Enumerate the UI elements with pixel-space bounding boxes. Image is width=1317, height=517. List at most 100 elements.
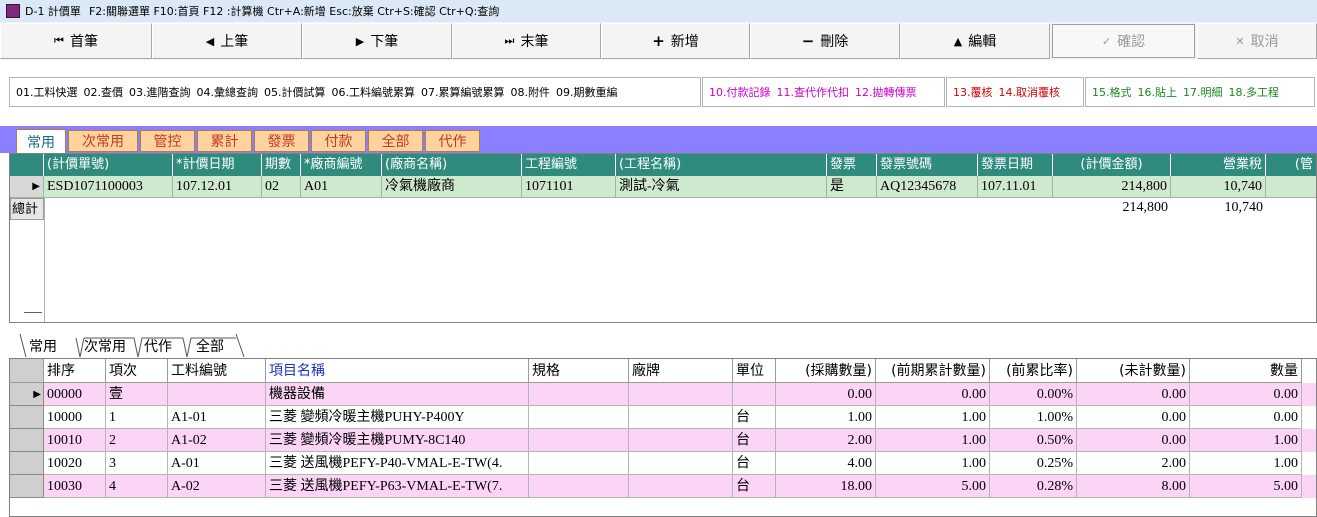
- function-item[interactable]: 17.明細: [1183, 84, 1223, 100]
- col-bill-date[interactable]: *計價日期: [173, 154, 262, 176]
- cell-bill-date[interactable]: 107.12.01: [173, 176, 262, 198]
- col-project-no[interactable]: 工程編號: [522, 154, 616, 176]
- cell-unit[interactable]: [733, 383, 776, 406]
- detail-tab-common[interactable]: 常用: [29, 334, 57, 358]
- function-item[interactable]: 01.工料快選: [16, 84, 78, 100]
- cell-sort[interactable]: 00000: [44, 383, 106, 406]
- detail-tab-proxy[interactable]: 代作: [144, 334, 172, 358]
- function-item[interactable]: 13.覆核: [953, 84, 993, 100]
- cell-item-no[interactable]: 2: [106, 429, 168, 452]
- col-material-no[interactable]: 工料編號: [168, 359, 266, 383]
- cell-brand[interactable]: [629, 383, 733, 406]
- cell-project-name[interactable]: 測試-冷氣: [616, 176, 827, 198]
- col-prev-cum-ratio[interactable]: (前累比率): [990, 359, 1077, 383]
- cell-purchase-qty[interactable]: 2.00: [776, 429, 876, 452]
- row-selector[interactable]: [10, 406, 44, 429]
- col-invoice-no[interactable]: 發票號碼: [877, 154, 978, 176]
- table-row[interactable]: ▶ ESD1071100003 107.12.01 02 A01 冷氣機廠商 1…: [10, 176, 1316, 198]
- cell-material-no[interactable]: A-02: [168, 475, 266, 498]
- cell-spec[interactable]: [529, 383, 629, 406]
- function-item[interactable]: 02.查價: [84, 84, 124, 100]
- col-sort[interactable]: 排序: [44, 359, 106, 383]
- col-project-name[interactable]: (工程名稱): [616, 154, 827, 176]
- row-selector[interactable]: [10, 452, 44, 475]
- col-item-name[interactable]: 項目名稱: [266, 359, 529, 383]
- function-item[interactable]: 06.工料編號累算: [332, 84, 416, 100]
- col-period[interactable]: 期數: [262, 154, 301, 176]
- splitter-mark[interactable]: [24, 312, 42, 313]
- row-selector[interactable]: [10, 475, 44, 498]
- col-management[interactable]: (管: [1266, 154, 1316, 176]
- cell-item-no[interactable]: 4: [106, 475, 168, 498]
- function-item[interactable]: 18.多工程: [1229, 84, 1280, 100]
- cell-item-name[interactable]: 三菱 變頻冷暖主機PUMY-8C140: [266, 429, 529, 452]
- function-item[interactable]: 07.累算編號累算: [421, 84, 505, 100]
- cell-unit[interactable]: 台: [733, 452, 776, 475]
- cell-period[interactable]: 02: [262, 176, 301, 198]
- function-item[interactable]: 16.貼上: [1138, 84, 1178, 100]
- cell-prev-cum-qty[interactable]: 5.00: [876, 475, 990, 498]
- col-vendor-name[interactable]: (廠商名稱): [382, 154, 522, 176]
- col-amount[interactable]: (計價金額): [1053, 154, 1171, 176]
- cell-unit[interactable]: 台: [733, 406, 776, 429]
- cell-prev-cum-qty[interactable]: 0.00: [876, 383, 990, 406]
- cell-prev-cum-ratio[interactable]: 1.00%: [990, 406, 1077, 429]
- cell-invoice-no[interactable]: AQ12345678: [877, 176, 978, 198]
- cell-uncounted-qty[interactable]: 0.00: [1077, 429, 1190, 452]
- row-selector[interactable]: [10, 429, 44, 452]
- tab-common[interactable]: 常用: [16, 129, 66, 153]
- cell-item-name[interactable]: 三菱 送風機PEFY-P63-VMAL-E-TW(7.: [266, 475, 529, 498]
- cell-sort[interactable]: 10030: [44, 475, 106, 498]
- col-purchase-qty[interactable]: (採購數量): [776, 359, 876, 383]
- detail-tab-secondary[interactable]: 次常用: [84, 334, 126, 358]
- table-row[interactable]: 10010 2 A1-02 三菱 變頻冷暖主機PUMY-8C140 台 2.00…: [10, 429, 1316, 452]
- prev-record-button[interactable]: ◀ 上筆: [152, 23, 302, 59]
- function-item[interactable]: 03.進階查詢: [129, 84, 191, 100]
- cell-spec[interactable]: [529, 475, 629, 498]
- cell-brand[interactable]: [629, 475, 733, 498]
- tab-proxy[interactable]: 代作: [425, 130, 480, 152]
- cell-material-no[interactable]: A1-01: [168, 406, 266, 429]
- col-tax[interactable]: 營業稅: [1171, 154, 1266, 176]
- cell-sort[interactable]: 10010: [44, 429, 106, 452]
- cell-amount[interactable]: 214,800: [1053, 176, 1171, 198]
- cancel-button[interactable]: ✕ 取消: [1197, 23, 1317, 59]
- cell-management[interactable]: [1266, 176, 1316, 198]
- cell-purchase-qty[interactable]: 1.00: [776, 406, 876, 429]
- cell-item-name[interactable]: 三菱 送風機PEFY-P40-VMAL-E-TW(4.: [266, 452, 529, 475]
- table-row[interactable]: 10000 1 A1-01 三菱 變頻冷暖主機PUHY-P400Y 台 1.00…: [10, 406, 1316, 429]
- cell-vendor-name[interactable]: 冷氣機廠商: [382, 176, 522, 198]
- cell-item-no[interactable]: 3: [106, 452, 168, 475]
- cell-unit[interactable]: 台: [733, 429, 776, 452]
- cell-purchase-qty[interactable]: 18.00: [776, 475, 876, 498]
- confirm-button[interactable]: ✓ 確認: [1052, 24, 1195, 58]
- cell-tax[interactable]: 10,740: [1171, 176, 1266, 198]
- cell-invoice-date[interactable]: 107.11.01: [978, 176, 1053, 198]
- function-item[interactable]: 10.付款記錄: [709, 84, 771, 100]
- delete-record-button[interactable]: − 刪除: [750, 23, 900, 59]
- cell-item-no[interactable]: 1: [106, 406, 168, 429]
- function-item[interactable]: 14.取消覆核: [999, 84, 1061, 100]
- tab-secondary[interactable]: 次常用: [68, 130, 138, 152]
- cell-prev-cum-ratio[interactable]: 0.28%: [990, 475, 1077, 498]
- cell-material-no[interactable]: [168, 383, 266, 406]
- cell-spec[interactable]: [529, 452, 629, 475]
- tab-cumulative[interactable]: 累計: [197, 130, 252, 152]
- tab-invoice[interactable]: 發票: [254, 130, 309, 152]
- cell-brand[interactable]: [629, 452, 733, 475]
- cell-prev-cum-qty[interactable]: 1.00: [876, 429, 990, 452]
- col-unit[interactable]: 單位: [733, 359, 776, 383]
- cell-item-no[interactable]: 壹: [106, 383, 168, 406]
- cell-purchase-qty[interactable]: 0.00: [776, 383, 876, 406]
- cell-material-no[interactable]: A-01: [168, 452, 266, 475]
- col-uncounted-qty[interactable]: (未計數量): [1077, 359, 1190, 383]
- cell-brand[interactable]: [629, 406, 733, 429]
- tab-payment[interactable]: 付款: [311, 130, 366, 152]
- cell-invoice[interactable]: 是: [827, 176, 877, 198]
- cell-uncounted-qty[interactable]: 0.00: [1077, 383, 1190, 406]
- function-item[interactable]: 12.拋轉傳票: [855, 84, 917, 100]
- function-item[interactable]: 04.彙總查詢: [197, 84, 259, 100]
- tab-control[interactable]: 管控: [140, 130, 195, 152]
- col-item-no[interactable]: 項次: [106, 359, 168, 383]
- cell-spec[interactable]: [529, 429, 629, 452]
